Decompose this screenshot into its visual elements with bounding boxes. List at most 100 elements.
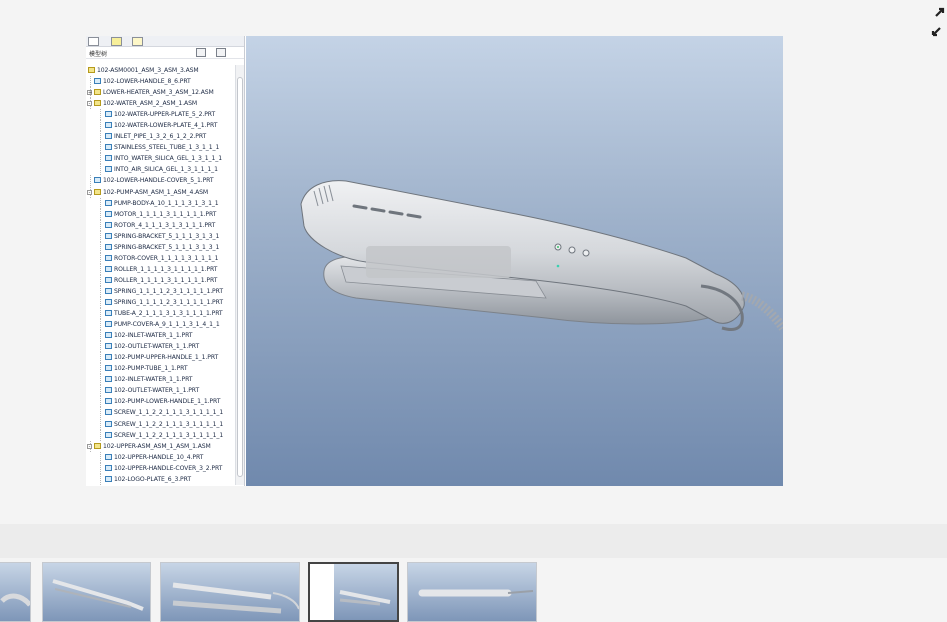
collapse-toggle-icon[interactable]: - [87, 101, 92, 107]
tree-item-label: SPRING_1_1_1_1_2_3_1_1_1_1_1.PRT [114, 298, 223, 306]
tree-item[interactable]: 102-INLET-WATER_1_1.PRT [86, 374, 235, 386]
tree-guide-line [100, 341, 101, 353]
assembly-icon [88, 67, 95, 73]
part-icon [105, 276, 112, 283]
tree-item-label: PUMP-BODY-A_10_1_1_1_3_1_3_1_1 [114, 199, 219, 207]
collapse-toggle-icon[interactable]: - [87, 443, 92, 449]
main-image[interactable]: 模型树 102-ASM0001_ASM_3_ASM_3.ASM 102-LOWER… [86, 36, 783, 486]
tree-item-label: 102-LOWER-HANDLE_8_6.PRT [103, 78, 191, 86]
part-icon [105, 254, 112, 261]
thumbnail-strip [0, 558, 947, 622]
tree-item-label: 102-PUMP-ASM_ASM_1_ASM_4.ASM [103, 188, 209, 196]
favorites-tab-icon[interactable] [132, 37, 143, 46]
tree-guide-line [100, 164, 101, 176]
tree-item[interactable]: 102-LOWER-HANDLE_8_6.PRT [86, 76, 235, 88]
thumbnail-5[interactable] [407, 562, 537, 622]
tree-scrollbar-thumb[interactable] [237, 77, 243, 477]
tree-item[interactable]: SPRING_1_1_1_1_2_3_1_1_1_1_1.PRT [86, 296, 235, 308]
thumbnail-2[interactable] [42, 562, 151, 622]
tree-item[interactable]: ROLLER_1_1_1_1_3_1_1_1_1_1.PRT [86, 274, 235, 286]
tree-item[interactable]: INTO_WATER_SILICA_GEL_1_3_1_1_1 [86, 153, 235, 165]
tree-item[interactable]: SPRING-BRACKET_5_1_1_1_3_1_3_1 [86, 230, 235, 242]
tree-item[interactable]: 102-LOGO-PLATE_6_3.PRT [86, 473, 235, 485]
tree-item[interactable]: 102-UPPER-HANDLE_10_4.PRT [86, 451, 235, 463]
tree-item[interactable]: SCREW_1_1_2_2_1_1_1_3_1_1_1_1_1 [86, 407, 235, 419]
assembly-icon [94, 100, 101, 107]
tree-item[interactable]: ROTOR_4_1_1_1_3_1_3_1_1_1.PRT [86, 219, 235, 231]
tree-item[interactable]: - 102-UPPER-ASM_ASM_1_ASM_1.ASM [86, 440, 235, 452]
tree-guide-line [100, 385, 101, 397]
tree-item[interactable]: + LOWER-HEATER_ASM_3_ASM_12.ASM [86, 87, 235, 99]
tree-guide-line [100, 308, 101, 320]
tree-guide-line [100, 429, 101, 441]
3d-viewport[interactable] [246, 36, 783, 486]
collapse-toggle-icon[interactable]: - [87, 189, 92, 195]
tree-item-label: 102-LOGO-PLATE_6_3.PRT [114, 475, 191, 483]
part-icon [105, 111, 112, 118]
part-icon [105, 232, 112, 239]
tree-tab-icon[interactable] [88, 37, 99, 46]
part-icon [105, 265, 112, 272]
tree-item[interactable]: 102-WATER-UPPER-PLATE_5_2.PRT [86, 109, 235, 121]
thumbnail-4[interactable] [308, 562, 399, 622]
part-icon [105, 210, 112, 217]
thumbnail-1[interactable] [0, 562, 31, 622]
tree-item[interactable]: 102-PUMP-UPPER-HANDLE_1_1.PRT [86, 352, 235, 364]
tree-item[interactable]: 102-ASM0001_ASM_3_ASM_3.ASM [86, 65, 235, 76]
thumbnail-3[interactable] [160, 562, 300, 622]
folder-tab-icon[interactable] [111, 37, 122, 46]
tree-item[interactable]: PUMP-BODY-A_10_1_1_1_3_1_3_1_1 [86, 197, 235, 209]
show-icon[interactable] [216, 48, 226, 57]
tree-item[interactable]: INLET_PIPE_1_3_2_6_1_2_2.PRT [86, 131, 235, 143]
tree-item[interactable]: SCREW_1_1_2_2_1_1_1_3_1_1_1_1_1 [86, 418, 235, 430]
tree-scrollbar[interactable] [235, 65, 244, 485]
part-icon [94, 177, 101, 184]
tree-item[interactable]: 102-UPPER-HANDLE-COVER_3_2.PRT [86, 462, 235, 474]
tree-item-label: 102-PUMP-UPPER-HANDLE_1_1.PRT [114, 354, 219, 362]
part-icon [105, 343, 112, 350]
tree-item[interactable]: SPRING_1_1_1_1_2_3_1_1_1_1_1.PRT [86, 285, 235, 297]
tree-item[interactable]: TUBE-A_2_1_1_1_3_1_3_1_1_1_1.PRT [86, 308, 235, 320]
expand-toggle-icon[interactable]: + [87, 90, 92, 96]
tree-item[interactable]: 102-PUMP-LOWER-HANDLE_1_1.PRT [86, 396, 235, 408]
tree-item-label: SPRING-BRACKET_5_1_1_1_3_1_3_1 [114, 232, 220, 240]
tree-item[interactable]: PUMP-COVER-A_9_1_1_1_3_1_4_1_1 [86, 319, 235, 331]
tree-item[interactable]: STAINLESS_STEEL_TUBE_1_3_1_1_1 [86, 142, 235, 154]
tree-item-label: 102-OUTLET-WATER_1_1.PRT [114, 387, 200, 395]
tree-item[interactable]: INTO_AIR_SILICA_GEL_1_3_1_1_1_1 [86, 164, 235, 176]
tree-item[interactable]: ROTOR-COVER_1_1_1_1_3_1_1_1_1 [86, 252, 235, 264]
tree-item[interactable]: 102-LOWER-HANDLE-COVER_5_1.PRT [86, 175, 235, 187]
tree-item[interactable]: 102-OUTLET-WATER_1_1.PRT [86, 385, 235, 397]
tree-guide-line [100, 219, 101, 231]
tree-item[interactable]: - 102-WATER_ASM_2_ASM_1.ASM [86, 98, 235, 110]
tree-guide-line [100, 462, 101, 474]
tree-item-label: ROLLER_1_1_1_1_3_1_1_1_1_1.PRT [114, 265, 218, 273]
tree-guide-line [100, 109, 101, 121]
tree-guide-line [100, 274, 101, 286]
part-icon [105, 243, 112, 250]
part-icon [105, 398, 112, 405]
assembly-icon [94, 442, 101, 449]
tree-item[interactable]: 102-INLET-WATER_1_1.PRT [86, 330, 235, 342]
tree-item[interactable]: 102-WATER-LOWER-PLATE_4_1.PRT [86, 120, 235, 132]
settings-icon[interactable] [196, 48, 206, 57]
model-tree-panel: 模型树 102-ASM0001_ASM_3_ASM_3.ASM 102-LOWER… [86, 36, 245, 486]
tree-guide-line [100, 296, 101, 308]
tree-item[interactable]: SPRING-BRACKET_5_1_1_1_3_1_3_1 [86, 241, 235, 253]
tree-item-label: SPRING_1_1_1_1_2_3_1_1_1_1_1.PRT [114, 287, 223, 295]
tree-item-label: 102-WATER_ASM_2_ASM_1.ASM [103, 100, 198, 108]
tree-item-label: ROLLER_1_1_1_1_3_1_1_1_1_1.PRT [114, 276, 218, 284]
tree-item-label: PUMP-COVER-A_9_1_1_1_3_1_4_1_1 [114, 321, 220, 329]
tree-item-label: 102-PUMP-LOWER-HANDLE_1_1.PRT [114, 398, 221, 406]
tree-item-label: TUBE-A_2_1_1_1_3_1_3_1_1_1_1.PRT [114, 310, 223, 318]
tree-item[interactable]: MOTOR_1_1_1_1_3_1_1_1_1_1.PRT [86, 208, 235, 220]
tree-item[interactable]: ROLLER_1_1_1_1_3_1_1_1_1_1.PRT [86, 263, 235, 275]
tree-item[interactable]: 102-OUTLET-WATER_1_1.PRT [86, 341, 235, 353]
tree-guide-line [100, 330, 101, 342]
expand-arrows-icon[interactable] [930, 6, 946, 38]
tree-item[interactable]: SCREW_1_1_2_2_1_1_1_3_1_1_1_1_1 [86, 429, 235, 441]
tree-guide-line [100, 241, 101, 253]
tree-item[interactable]: 102-PUMP-TUBE_1_1.PRT [86, 363, 235, 375]
tree-item[interactable]: - 102-PUMP-ASM_ASM_1_ASM_4.ASM [86, 186, 235, 198]
tree-item-label: 102-ASM0001_ASM_3_ASM_3.ASM [97, 67, 199, 74]
